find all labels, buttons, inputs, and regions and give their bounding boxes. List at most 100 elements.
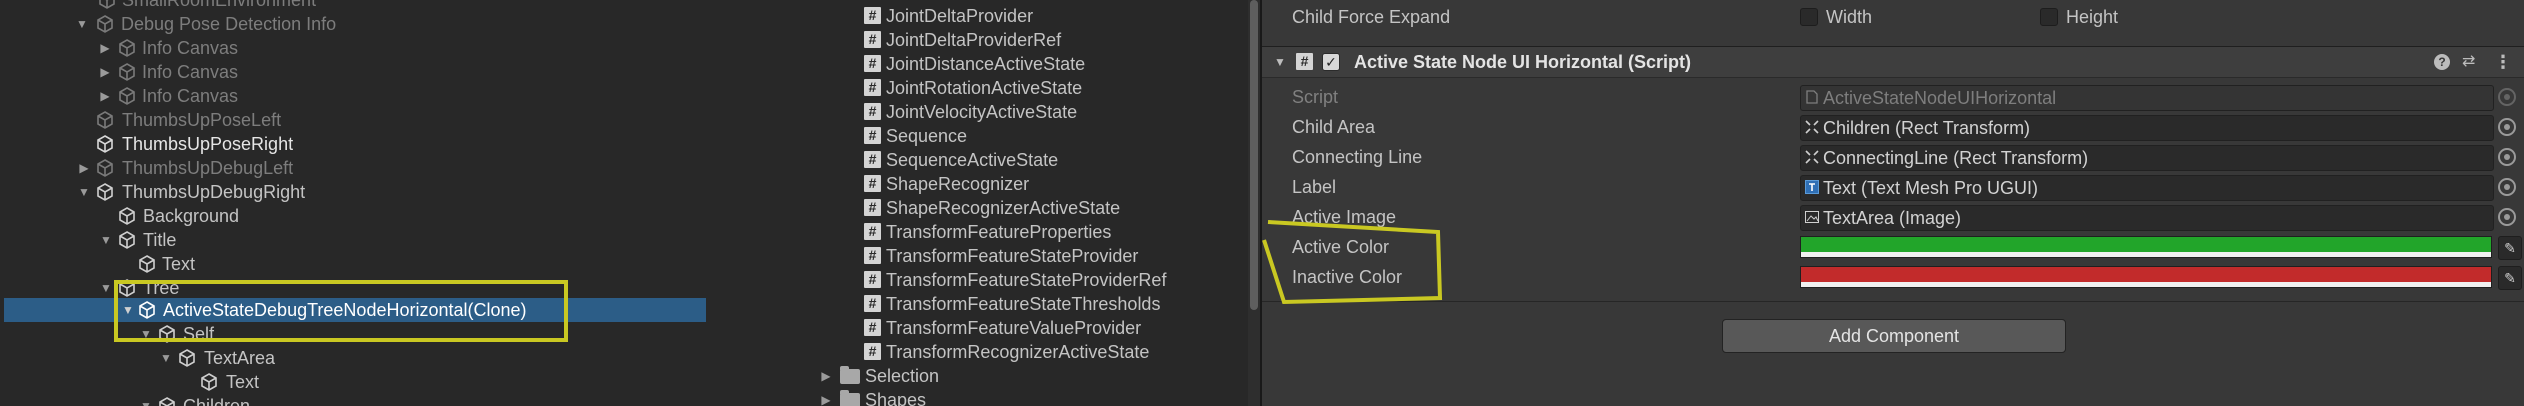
label-field[interactable]: Text (Text Mesh Pro UGUI) [1800, 175, 2494, 201]
expand-arrow-icon[interactable]: ▼ [76, 180, 92, 204]
csharp-script-icon: # [864, 247, 881, 264]
project-scrollbar[interactable] [1248, 0, 1260, 406]
active-color-swatch[interactable] [1800, 236, 2492, 258]
script-asset-row[interactable]: # JointDistanceActiveState [706, 52, 1248, 76]
hierarchy-row[interactable]: ▶ Info Canvas [0, 84, 706, 108]
hierarchy-row[interactable]: ▶ Info Canvas [0, 36, 706, 60]
script-asset-row[interactable]: # TransformFeatureStateProviderRef [706, 268, 1248, 292]
csharp-script-icon: # [864, 271, 881, 288]
connecting-line-field[interactable]: ConnectingLine (Rect Transform) [1800, 145, 2494, 171]
component-enabled-checkbox[interactable]: ✓ [1322, 53, 1340, 71]
expand-arrow-icon[interactable]: ▶ [818, 388, 834, 406]
script-name: TransformFeatureStateProvider [886, 246, 1139, 266]
scrollbar-thumb[interactable] [1250, 0, 1258, 310]
folder-icon [840, 390, 860, 406]
gameobject-icon [159, 397, 175, 406]
object-picker-icon[interactable] [2498, 208, 2516, 226]
folder-name: Selection [865, 366, 940, 386]
component-header[interactable]: ▼ # ✓ Active State Node UI Horizontal (S… [1262, 46, 2524, 78]
property-label: Script [1292, 87, 1339, 107]
csharp-script-icon: # [864, 7, 881, 24]
hierarchy-item-label: Info Canvas [142, 62, 239, 82]
preset-icon[interactable]: ⇄ [2462, 47, 2475, 77]
eyedropper-icon[interactable]: ✎ [2498, 266, 2522, 290]
script-asset-row[interactable]: # ShapeRecognizer [706, 172, 1248, 196]
script-asset-row[interactable]: # JointRotationActiveState [706, 76, 1248, 100]
script-field[interactable]: ActiveStateNodeUIHorizontal [1800, 85, 2494, 111]
csharp-script-icon: # [864, 55, 881, 72]
script-asset-row[interactable]: # JointVelocityActiveState [706, 100, 1248, 124]
script-name: TransformRecognizerActiveState [886, 342, 1150, 362]
script-name: JointRotationActiveState [886, 78, 1083, 98]
expand-arrow-icon[interactable]: ▼ [158, 346, 174, 370]
hierarchy-row[interactable]: ▼ TextArea [0, 346, 706, 370]
add-component-button[interactable]: Add Component [1722, 319, 2066, 353]
script-asset-row[interactable]: # TransformRecognizerActiveState [706, 340, 1248, 364]
csharp-script-icon: # [864, 199, 881, 216]
hierarchy-row[interactable]: ▶ Info Canvas [0, 60, 706, 84]
hierarchy-row[interactable]: ▼ Title [0, 228, 706, 252]
script-asset-row[interactable]: # ShapeRecognizerActiveState [706, 196, 1248, 220]
script-asset-row[interactable]: # Sequence [706, 124, 1248, 148]
expand-arrow-icon[interactable]: ▶ [97, 36, 113, 60]
hierarchy-item-label: Children [183, 396, 251, 406]
gameobject-icon [139, 255, 155, 273]
folder-row[interactable]: ▶ Selection [706, 364, 1248, 388]
gameobject-icon [119, 63, 135, 81]
script-icon [1806, 90, 1818, 104]
help-icon[interactable]: ? [2434, 54, 2450, 70]
script-asset-row[interactable]: # JointDeltaProvider [706, 4, 1248, 28]
gameobject-icon [97, 15, 113, 33]
hierarchy-row[interactable]: SmallRoomEnvironment [0, 0, 706, 12]
script-asset-row[interactable]: # JointDeltaProviderRef [706, 28, 1248, 52]
folder-row[interactable]: ▶ Shapes [706, 388, 1248, 406]
expand-arrow-icon[interactable]: ▶ [97, 84, 113, 108]
hierarchy-row[interactable]: ▼ Children [0, 394, 706, 406]
script-asset-row[interactable]: # SequenceActiveState [706, 148, 1248, 172]
hierarchy-row[interactable]: Text [0, 370, 706, 394]
object-picker-icon[interactable] [2498, 148, 2516, 166]
hierarchy-row[interactable]: ThumbsUpPoseLeft [0, 108, 706, 132]
gameobject-icon [97, 135, 113, 153]
object-picker-icon[interactable] [2498, 118, 2516, 136]
expand-arrow-icon[interactable]: ▼ [98, 276, 114, 300]
foldout-arrow-icon[interactable]: ▼ [1274, 47, 1286, 77]
inactive-color-row: Inactive Color ✎ [1262, 262, 2524, 292]
script-asset-row[interactable]: # TransformFeatureProperties [706, 220, 1248, 244]
expand-arrow-icon[interactable]: ▶ [97, 60, 113, 84]
gameobject-icon [201, 373, 217, 391]
active-image-field[interactable]: TextArea (Image) [1800, 205, 2494, 231]
hierarchy-item-label: Title [143, 230, 177, 250]
expand-arrow-icon[interactable]: ▶ [818, 364, 834, 388]
hierarchy-row[interactable]: Background [0, 204, 706, 228]
gameobject-icon [119, 87, 135, 105]
connecting-line-row: Connecting Line ConnectingLine (Rect Tra… [1262, 142, 2524, 172]
child-area-field[interactable]: Children (Rect Transform) [1800, 115, 2494, 141]
hierarchy-row[interactable]: Text [0, 252, 706, 276]
object-picker-icon[interactable] [2498, 178, 2516, 196]
script-asset-row[interactable]: # TransformFeatureStateThresholds [706, 292, 1248, 316]
width-checkbox[interactable] [1800, 8, 1818, 26]
hierarchy-row[interactable]: ▼ Debug Pose Detection Info [0, 12, 706, 36]
csharp-script-icon: # [864, 175, 881, 192]
gameobject-icon [97, 111, 113, 129]
hierarchy-row[interactable]: ThumbsUpPoseRight [0, 132, 706, 156]
height-checkbox[interactable] [2040, 8, 2058, 26]
hierarchy-row[interactable]: ▼ ThumbsUpDebugRight [0, 180, 706, 204]
gameobject-icon [97, 183, 113, 201]
script-asset-row[interactable]: # TransformFeatureStateProvider [706, 244, 1248, 268]
expand-arrow-icon[interactable]: ▼ [138, 394, 154, 406]
height-label: Height [2066, 7, 2119, 27]
expand-arrow-icon[interactable]: ▶ [76, 156, 92, 180]
csharp-script-icon: # [864, 223, 881, 240]
hierarchy-row[interactable]: ▶ ThumbsUpDebugLeft [0, 156, 706, 180]
expand-arrow-icon[interactable]: ▼ [74, 12, 90, 36]
script-field-value: ActiveStateNodeUIHorizontal [1823, 88, 2057, 108]
inactive-color-swatch[interactable] [1800, 266, 2492, 288]
eyedropper-icon[interactable]: ✎ [2498, 236, 2522, 260]
expand-arrow-icon[interactable]: ▼ [98, 228, 114, 252]
more-icon[interactable]: ⋮ [2494, 47, 2512, 77]
csharp-script-icon: # [864, 127, 881, 144]
script-asset-row[interactable]: # TransformFeatureValueProvider [706, 316, 1248, 340]
annotation-highlight-box [114, 280, 568, 342]
